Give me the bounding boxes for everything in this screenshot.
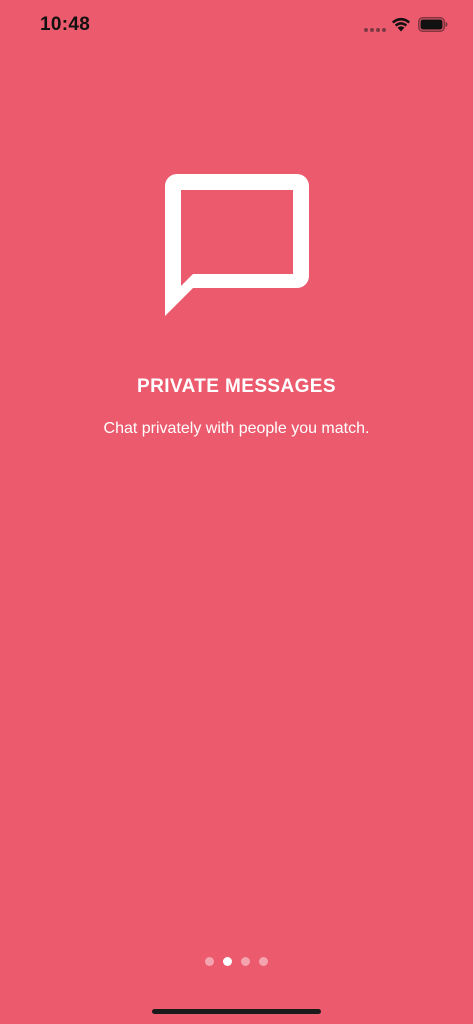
chat-bubble-icon (165, 174, 309, 316)
wifi-icon (392, 17, 410, 32)
battery-icon (418, 17, 448, 32)
status-bar: 10:48 (0, 0, 473, 50)
page-dot[interactable] (241, 957, 250, 966)
page-indicator[interactable] (0, 957, 473, 967)
page-dot[interactable] (205, 957, 214, 966)
signal-icon (364, 28, 386, 32)
page-dot-active[interactable] (223, 957, 232, 966)
status-time: 10:48 (40, 14, 91, 35)
onboarding-title: PRIVATE MESSAGES (137, 376, 336, 397)
home-indicator[interactable] (152, 1009, 321, 1014)
onboarding-screen: 10:48 PRIVATE MESSAGES Chat privately wi… (0, 0, 473, 1024)
onboarding-subtitle: Chat privately with people you match. (103, 420, 370, 437)
page-dot[interactable] (259, 957, 268, 966)
